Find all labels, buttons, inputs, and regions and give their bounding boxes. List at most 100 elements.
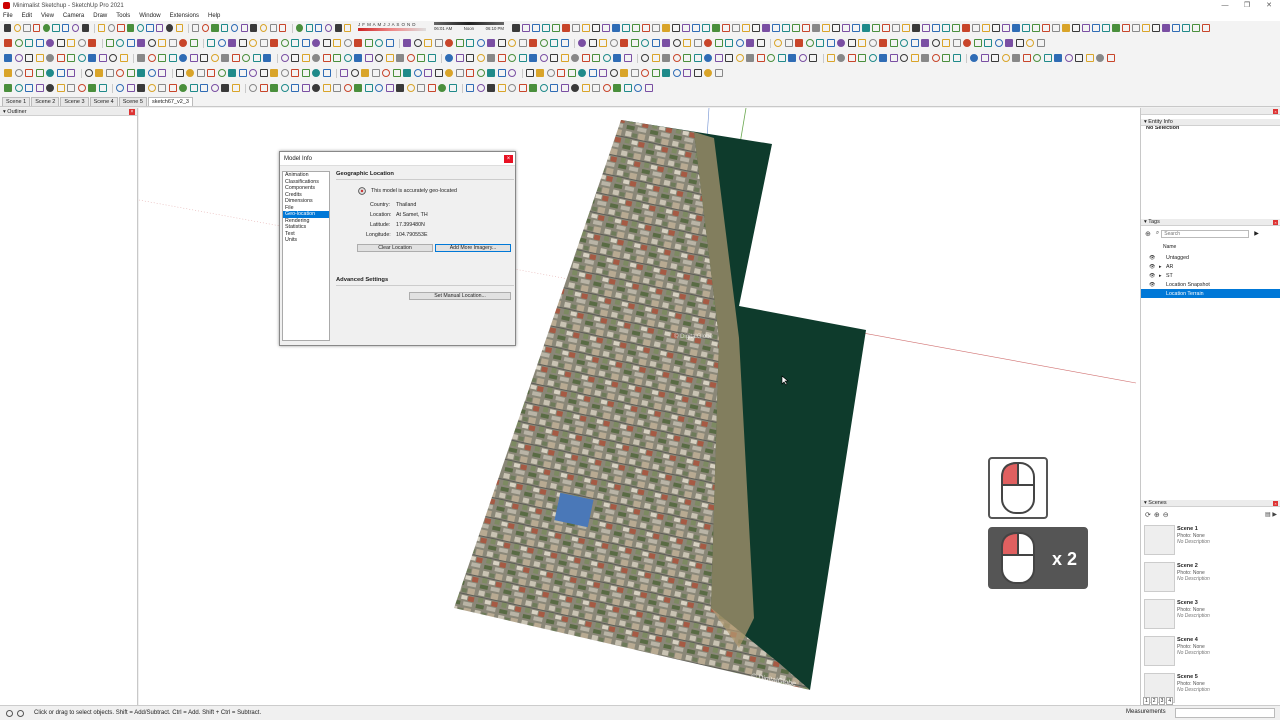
close-window-button[interactable]: ✕ [1258,0,1280,11]
toolbar-tool-icon[interactable] [805,39,814,47]
toolbar-tool-icon[interactable] [620,39,628,47]
toolbar-tool-icon[interactable] [672,24,680,32]
toolbar-tool-icon[interactable] [98,24,106,32]
toolbar-tool-icon[interactable] [88,39,96,47]
toolbar-tool-icon[interactable] [35,84,44,92]
toolbar-tool-icon[interactable] [81,24,89,32]
scene-tab-1[interactable]: Scene 1 [2,97,31,106]
toolbar-tool-icon[interactable] [529,39,537,47]
toolbar-tool-icon[interactable] [879,54,887,62]
toolbar-tool-icon[interactable] [662,54,670,62]
toolbar-tool-icon[interactable] [14,54,23,62]
toolbar-tool-icon[interactable] [651,39,660,47]
toolbar-tool-icon[interactable] [1036,39,1045,47]
entity-info-header[interactable]: ▾ Entity Info [1141,119,1280,126]
tags-column-name[interactable]: Name [1163,244,1176,250]
toolbar-tool-icon[interactable] [862,24,870,32]
toolbar-tool-icon[interactable] [982,24,990,32]
toolbar-tool-icon[interactable] [512,24,520,32]
outliner-close-button[interactable]: × [129,109,135,115]
toolbar-tool-icon[interactable] [343,39,352,47]
toolbar-tool-icon[interactable] [746,54,754,62]
toolbar-tool-icon[interactable] [466,69,474,77]
toolbar-tool-icon[interactable] [508,54,516,62]
menu-file[interactable]: File [3,13,13,19]
toolbar-tool-icon[interactable] [612,24,620,32]
toolbar-tool-icon[interactable] [46,84,54,92]
toolbar-tool-icon[interactable] [476,84,485,92]
toolbar-tool-icon[interactable] [84,69,93,77]
toolbar-tool-icon[interactable] [662,24,670,32]
toolbar-tool-icon[interactable] [609,69,618,77]
menu-help[interactable]: Help [208,13,220,19]
toolbar-tool-icon[interactable] [632,24,640,32]
toolbar-tool-icon[interactable] [46,69,54,77]
toolbar-tool-icon[interactable] [445,54,453,62]
toolbar-tool-icon[interactable] [322,54,331,62]
toolbar-tool-icon[interactable] [67,54,75,62]
toolbar-tool-icon[interactable] [67,39,75,47]
toolbar-tool-icon[interactable] [168,84,177,92]
menu-view[interactable]: View [41,13,54,19]
toolbar-tool-icon[interactable] [56,39,65,47]
toolbar-tool-icon[interactable] [931,39,940,47]
toolbar-tool-icon[interactable] [623,54,632,62]
toolbar-tool-icon[interactable] [301,39,310,47]
toolbar-tool-icon[interactable] [196,69,205,77]
toolbar-tool-icon[interactable] [361,69,369,77]
toolbar-tool-icon[interactable] [210,54,219,62]
toolbar-tool-icon[interactable] [413,69,422,77]
toolbar-tool-icon[interactable] [578,69,586,77]
toolbar-tool-icon[interactable] [427,54,436,62]
toolbar-tool-icon[interactable] [126,69,135,77]
tag-row[interactable]: 👁 Location Snapshot [1141,280,1280,289]
toolbar-tool-icon[interactable] [189,39,198,47]
toolbar-tool-icon[interactable] [826,54,835,62]
toolbar-tool-icon[interactable] [1172,24,1180,32]
toolbar-tool-icon[interactable] [1032,24,1040,32]
toolbar-tool-icon[interactable] [210,84,219,92]
toolbar-tool-icon[interactable] [1064,54,1073,62]
toolbar-tool-icon[interactable] [315,24,323,32]
toolbar-tool-icon[interactable] [417,84,425,92]
menu-window[interactable]: Window [139,13,160,19]
toolbar-tool-icon[interactable] [497,54,506,62]
toolbar-tool-icon[interactable] [217,69,226,77]
toolbar-tool-icon[interactable] [291,39,299,47]
toolbar-tool-icon[interactable] [572,24,580,32]
scenes-close-button[interactable]: × [1273,501,1278,506]
toolbar-tool-icon[interactable] [722,24,730,32]
toolbar-tool-icon[interactable] [756,54,765,62]
scene-options-icon[interactable]: ▤ ▶ [1265,511,1277,518]
toolbar-tool-icon[interactable] [892,24,900,32]
toolbar-tool-icon[interactable] [33,24,41,32]
toolbar-tool-icon[interactable] [424,39,432,47]
toolbar-tool-icon[interactable] [25,54,33,62]
toolbar-tool-icon[interactable] [4,69,12,77]
toolbar-tool-icon[interactable] [508,69,516,77]
toolbar-tool-icon[interactable] [1054,54,1062,62]
toolbar-tool-icon[interactable] [259,69,268,77]
toolbar-tool-icon[interactable] [403,69,411,77]
toolbar-tool-icon[interactable] [392,69,401,77]
toolbar-tool-icon[interactable] [795,39,803,47]
toolbar-tool-icon[interactable] [35,69,44,77]
toolbar-tool-icon[interactable] [1092,24,1100,32]
toolbar-tool-icon[interactable] [13,24,21,32]
toolbar-tool-icon[interactable] [230,24,239,32]
toolbar-tool-icon[interactable] [4,54,12,62]
toolbar-tool-icon[interactable] [228,69,236,77]
scene-thumbnail[interactable] [1144,636,1175,666]
toolbar-tool-icon[interactable] [466,84,474,92]
toolbar-tool-icon[interactable] [714,69,723,77]
toolbar-tool-icon[interactable] [782,24,790,32]
info-icon[interactable] [6,709,13,717]
toolbar-tool-icon[interactable] [364,54,373,62]
toolbar-tool-icon[interactable] [900,54,908,62]
outliner-header[interactable]: ▾ Outliner × [0,108,137,116]
toolbar-tool-icon[interactable] [550,54,558,62]
toolbar-tool-icon[interactable] [798,54,807,62]
toolbar-tool-icon[interactable] [620,69,628,77]
toolbar-tool-icon[interactable] [158,84,166,92]
scene-list-item[interactable]: Scene 4 Photo: None No Description [1141,633,1280,670]
